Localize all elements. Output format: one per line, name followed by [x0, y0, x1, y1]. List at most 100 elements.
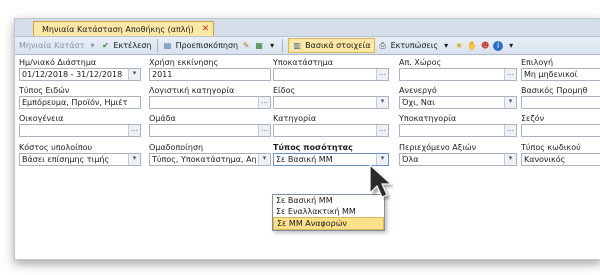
- prints-button[interactable]: ⎙ Εκτυπώσεις ▾: [378, 41, 452, 51]
- excel-icon: ▦: [255, 40, 263, 50]
- chevron-down-icon: ▾: [444, 40, 449, 50]
- inactive-field[interactable]: Όχι, Ναι ▾: [399, 96, 517, 109]
- ellipsis-icon[interactable]: …: [258, 125, 270, 136]
- year-field[interactable]: 2011: [149, 68, 271, 81]
- item-field[interactable]: ▾: [273, 96, 389, 109]
- toolbar: Μηνιαία Κατάστ ▾ ✔ Εκτέλεση ▤ Προεπισκόπ…: [15, 37, 600, 55]
- option-field[interactable]: Μη μηδενικοί: [521, 68, 600, 81]
- cost-value: Βάσει επίσημης τιμής: [22, 155, 110, 164]
- chevron-down-icon: ▾: [509, 40, 514, 50]
- family-field[interactable]: …: [19, 124, 141, 137]
- chevron-down-icon[interactable]: ▾: [128, 69, 140, 80]
- tab-monthly-warehouse-report[interactable]: Μηνιαία Κατάσταση Αποθήκης (απλή) ✕: [33, 21, 215, 36]
- cost-label: Κόστος υπολοίπου: [19, 143, 93, 152]
- users-icon: ☻: [480, 40, 490, 50]
- season-field[interactable]: [521, 124, 600, 137]
- category-field[interactable]: …: [273, 124, 389, 137]
- handshake-button[interactable]: ✋: [467, 41, 477, 51]
- close-icon[interactable]: ✕: [202, 24, 210, 34]
- option-value: Μη μηδενικοί: [524, 70, 578, 79]
- period-value: 01/12/2018 - 31/12/2018: [22, 70, 123, 79]
- period-field[interactable]: 01/12/2018 - 31/12/2018 ▾: [19, 68, 141, 81]
- preview-button[interactable]: ▤ Προεπισκόπηση: [163, 40, 239, 51]
- warehouse-field[interactable]: …: [399, 68, 517, 81]
- family-label: Οικογένεια: [19, 114, 64, 123]
- group-field[interactable]: …: [149, 124, 271, 137]
- basic-data-button[interactable]: ▥ Βασικά στοιχεία: [288, 38, 375, 53]
- tab-strip: Μηνιαία Κατάσταση Αποθήκης (απλή) ✕: [15, 19, 600, 37]
- accounting-label: Λογιστική κατηγορία: [149, 86, 235, 95]
- cost-field[interactable]: Βάσει επίσημης τιμής ▾: [19, 153, 141, 166]
- branch-field[interactable]: …: [273, 68, 389, 81]
- dropdown-option-alt-uom[interactable]: Σε Εναλλακτική ΜΜ: [273, 206, 384, 217]
- season-label: Σεζόν: [521, 114, 545, 123]
- users-button[interactable]: ☻: [480, 41, 490, 51]
- export-icon: ✎: [242, 40, 250, 50]
- tab-title: Μηνιαία Κατάσταση Αποθήκης (απλή): [42, 24, 194, 34]
- ellipsis-icon[interactable]: …: [258, 97, 270, 108]
- values-value: Όλα: [402, 155, 419, 164]
- execute-label: Εκτέλεση: [113, 41, 152, 50]
- subcategory-field[interactable]: …: [399, 124, 517, 137]
- supplier-label: Βασικός Προμηθ: [521, 86, 588, 95]
- grouping-label: Ομαδοποίηση: [149, 143, 204, 152]
- item-type-label: Τύπος Ειδών: [19, 86, 70, 95]
- item-label: Είδος: [273, 86, 296, 95]
- ellipsis-icon[interactable]: …: [376, 69, 388, 80]
- chevron-down-icon[interactable]: ▾: [376, 97, 388, 108]
- year-label: Χρήση εκκίνησης: [149, 58, 219, 67]
- ellipsis-icon[interactable]: …: [504, 125, 516, 136]
- branch-label: Υποκατάστημα: [273, 58, 333, 67]
- export-button[interactable]: ✎: [241, 41, 251, 51]
- item-type-field[interactable]: Εμπόρευμα, Προϊόν, Ημιέτ: [19, 96, 141, 109]
- group-label: Ομάδα: [149, 114, 176, 123]
- grid-icon: ▥: [293, 40, 301, 50]
- item-type-value: Εμπόρευμα, Προϊόν, Ημιέτ: [22, 98, 128, 107]
- dropdown-option-report-uom[interactable]: Σε ΜΜ Αναφορών: [273, 217, 384, 230]
- info-icon: i: [493, 40, 504, 51]
- warehouse-label: Απ. Χώρος: [399, 58, 442, 67]
- preview-label: Προεπισκόπηση: [175, 41, 239, 50]
- ellipsis-icon[interactable]: …: [504, 69, 516, 80]
- basic-data-label: Βασικά στοιχεία: [305, 41, 371, 50]
- star-icon: ★: [455, 40, 463, 50]
- inactive-value: Όχι, Ναι: [402, 98, 435, 107]
- preview-icon: ▤: [163, 40, 172, 50]
- category-label: Κατηγορία: [273, 114, 317, 123]
- supplier-field[interactable]: [521, 96, 600, 109]
- chevron-down-icon[interactable]: ▾: [128, 154, 140, 165]
- printer-icon: ⎙: [379, 40, 386, 50]
- mouse-pointer-icon: [369, 163, 393, 200]
- inactive-label: Ανενεργό: [399, 86, 437, 95]
- execute-button[interactable]: ✔ Εκτέλεση: [100, 41, 151, 51]
- separator: [156, 39, 158, 52]
- view-selector[interactable]: Μηνιαία Κατάστ ▾: [19, 41, 97, 51]
- chevron-down-icon: ▾: [90, 40, 95, 50]
- chevron-down-icon[interactable]: ▾: [504, 97, 516, 108]
- favorites-button[interactable]: ★: [454, 41, 464, 51]
- code-type-label: Τύπος κωδικού: [521, 143, 581, 152]
- chevron-down-icon: ▾: [270, 40, 275, 50]
- values-field[interactable]: Όλα ▾: [399, 153, 517, 166]
- ellipsis-icon[interactable]: …: [376, 125, 388, 136]
- ellipsis-icon[interactable]: …: [128, 125, 140, 136]
- grouping-value: Τύπος, Υποκατάστημα, Αη: [152, 155, 257, 164]
- excel-button[interactable]: ▦ ▾: [254, 41, 277, 51]
- option-label: Επιλογή: [521, 58, 554, 67]
- check-icon: ✔: [102, 40, 109, 50]
- grouping-field[interactable]: Τύπος, Υποκατάστημα, Αη ▾: [149, 153, 271, 166]
- accounting-field[interactable]: …: [149, 96, 271, 109]
- subcategory-label: Υποκατηγορία: [399, 114, 457, 123]
- chevron-down-icon[interactable]: ▾: [258, 154, 270, 165]
- code-type-field[interactable]: Κανονικός: [521, 153, 600, 166]
- qty-type-label: Τύπος ποσότητας: [273, 143, 353, 152]
- period-label: Ημ/νιακό Διάστημα: [19, 58, 97, 67]
- handshake-icon: ✋: [467, 40, 478, 50]
- info-button[interactable]: i ▾: [493, 40, 516, 51]
- year-value: 2011: [152, 70, 173, 79]
- values-label: Περιεχόμενο Αξιών: [399, 143, 477, 152]
- separator: [282, 39, 284, 52]
- chevron-down-icon[interactable]: ▾: [504, 154, 516, 165]
- qty-type-value: Σε Βασική ΜΜ: [276, 155, 333, 164]
- prints-label: Εκτυπώσεις: [390, 41, 439, 50]
